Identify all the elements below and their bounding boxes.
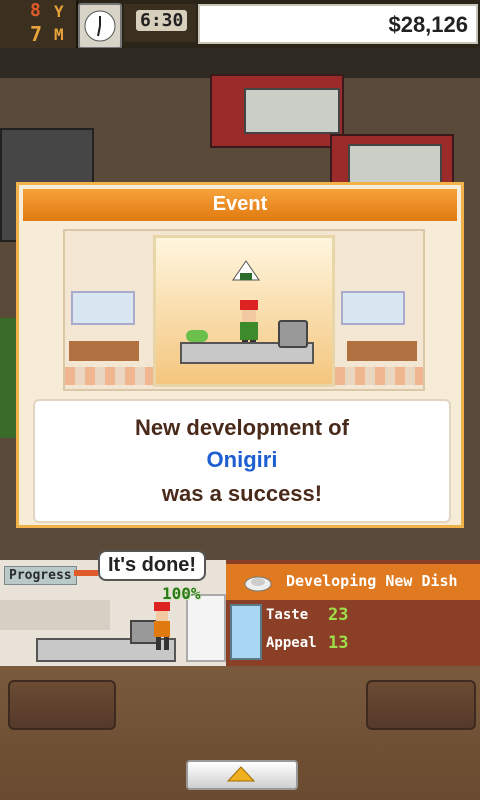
kitchen-shelf [0,600,110,630]
message-line-1: New development of [135,415,349,440]
window-right [341,291,405,325]
plate-icon [244,572,272,596]
floor-right [335,367,423,385]
table-right [347,341,417,361]
dev-panel-header: Developing New Dish [226,564,480,600]
table-left [69,341,139,361]
month-value: 7 [30,22,43,46]
event-header: Event [23,189,457,221]
expand-menu-button[interactable] [186,760,298,790]
progress-label: Progress [4,566,77,585]
month-unit: M [54,25,64,44]
money-text: $28,126 [388,12,468,37]
progress-bar-fill [74,570,98,576]
rice-ball-icon [232,260,260,286]
dish-name: Onigiri [206,447,278,472]
year-value: 8 [30,0,41,21]
date-display: 8 Y 7 M [0,0,78,48]
event-title: Event [212,193,268,215]
floor-left [65,367,153,385]
event-message-box: New development of Onigiri was a success… [33,399,451,523]
stat-value-taste: 23 [328,605,349,625]
event-dialog: Event New development of Onigiri was a s… [16,182,464,528]
progress-percent: 100% [162,584,201,603]
message-line-3: was a success! [161,481,323,506]
chef-scene [153,235,335,387]
event-illustration [63,229,425,391]
plant [0,318,16,438]
pot [278,320,308,348]
dish [186,330,208,342]
right-menu-button[interactable] [366,680,476,730]
left-menu-button[interactable] [8,680,116,730]
dev-panel-title: Developing New Dish [286,572,458,590]
stat-label-taste: Taste [266,607,309,623]
table [244,88,340,134]
stat-value-appeal: 13 [328,633,349,653]
fridge [186,594,226,662]
speech-bubble: It's done! [98,550,207,581]
progress-chef-sprite [148,602,178,656]
up-arrow-icon [226,766,256,782]
staff-portraits [230,604,262,660]
window-left [71,291,135,325]
stat-label-appeal: Appeal [266,635,317,651]
clock-icon [78,3,122,49]
year-unit: Y [54,2,64,21]
money-display: $28,126 [198,4,478,44]
time-text: 6:30 [136,10,188,31]
